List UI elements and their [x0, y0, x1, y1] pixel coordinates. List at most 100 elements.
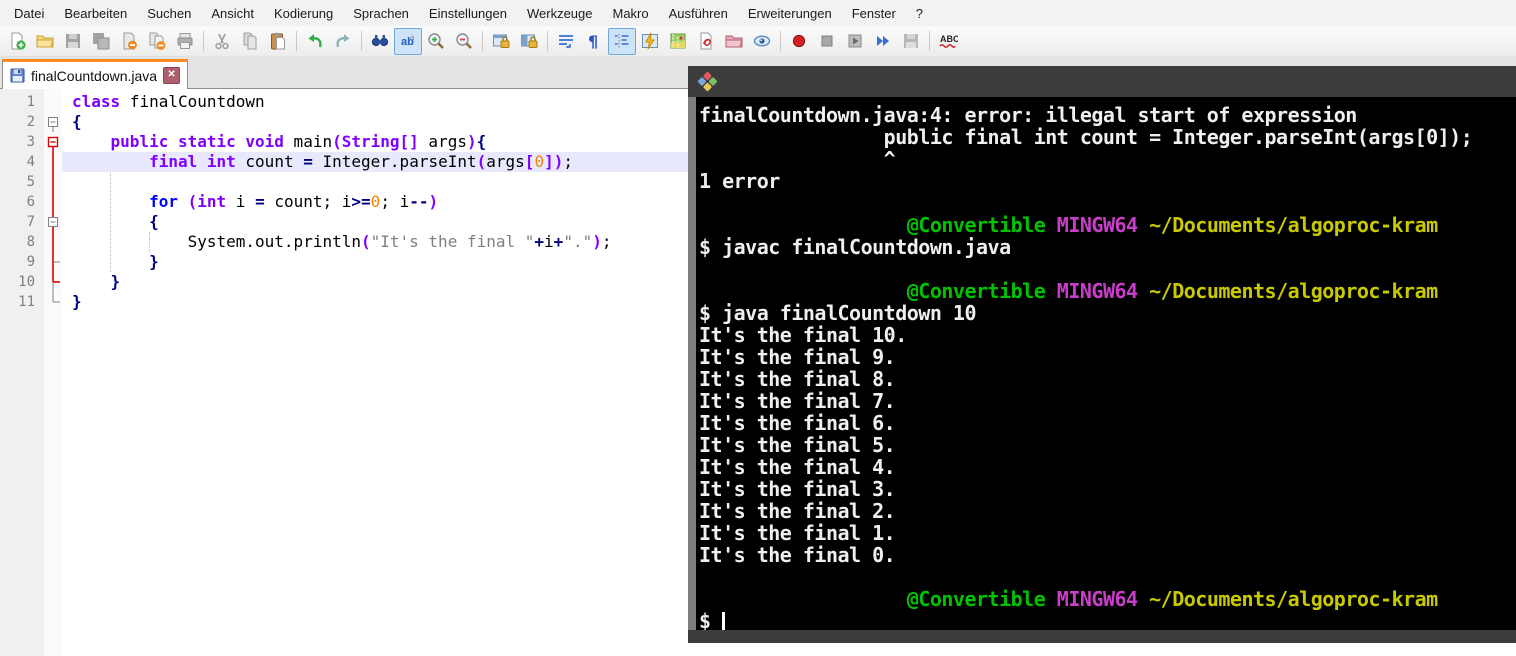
terminal-row	[699, 258, 1516, 280]
menu-item-bearbeiten[interactable]: Bearbeiten	[54, 2, 137, 25]
fold-guide	[44, 272, 62, 292]
fold-guide	[44, 292, 62, 312]
zoom-in-button[interactable]	[422, 28, 450, 55]
zoom-in-icon	[428, 33, 444, 49]
menu-item-werkzeuge[interactable]: Werkzeuge	[517, 2, 603, 25]
macro-save-button[interactable]	[897, 28, 925, 55]
fold-collapse-icon[interactable]	[44, 212, 62, 232]
function-completion-icon	[642, 32, 658, 50]
terminal-title-bar[interactable]	[688, 66, 1516, 97]
fold-margin[interactable]	[44, 88, 62, 656]
macro-play-icon	[848, 34, 862, 48]
save-all-button[interactable]	[87, 28, 115, 55]
fold-collapse-icon[interactable]	[44, 112, 62, 132]
menu-item-suchen[interactable]: Suchen	[137, 2, 201, 25]
menu-item-ansicht[interactable]: Ansicht	[201, 2, 264, 25]
document-map-icon	[670, 33, 686, 49]
line-number: 11	[18, 294, 35, 310]
line-number: 2	[26, 114, 35, 130]
menu-item-kodierung[interactable]: Kodierung	[264, 2, 343, 25]
open-file-button[interactable]	[31, 28, 59, 55]
undo-icon	[308, 34, 322, 48]
toolbar-separator	[203, 31, 204, 51]
menu-item-erweiterungen[interactable]: Erweiterungen	[738, 2, 842, 25]
terminal-window[interactable]: finalCountdown.java:4: error: illegal st…	[688, 66, 1516, 643]
sync-horizontal-icon	[521, 34, 538, 48]
line-number: 4	[26, 154, 35, 170]
find-button[interactable]	[366, 28, 394, 55]
svg-text:ABC: ABC	[940, 34, 958, 44]
terminal-row: It's the final 0.	[699, 543, 896, 567]
fold-guide	[44, 232, 62, 252]
save-all-icon	[93, 33, 110, 50]
show-indent-guide-button[interactable]	[608, 27, 636, 55]
terminal-row: $	[699, 610, 1516, 630]
line-number: 7	[26, 214, 35, 230]
tab-finalcountdown[interactable]: finalCountdown.java ✕	[2, 59, 189, 89]
word-wrap-button[interactable]	[552, 28, 580, 55]
zoom-out-button[interactable]	[450, 28, 478, 55]
undo-button[interactable]	[301, 28, 329, 55]
close-file-button[interactable]	[115, 28, 143, 55]
menu-item-datei[interactable]: Datei	[4, 2, 54, 25]
show-all-characters-icon: ¶	[588, 32, 598, 51]
function-completion-button[interactable]	[636, 28, 664, 55]
menu-item-ausfhren[interactable]: Ausführen	[659, 2, 738, 25]
cut-button[interactable]	[208, 28, 236, 55]
terminal-scrollbar[interactable]	[688, 97, 696, 630]
spell-check-button[interactable]: ABC	[934, 28, 962, 55]
toolbar-separator	[296, 31, 297, 51]
menu-item-fenster[interactable]: Fenster	[842, 2, 906, 25]
macro-run-multiple-button[interactable]	[869, 28, 897, 55]
macro-stop-button[interactable]	[813, 28, 841, 55]
macro-play-button[interactable]	[841, 28, 869, 55]
terminal-output[interactable]: finalCountdown.java:4: error: illegal st…	[696, 97, 1516, 630]
tab-close-icon[interactable]: ✕	[163, 67, 181, 84]
copy-icon	[243, 32, 257, 50]
toolbar-separator	[482, 31, 483, 51]
close-all-button[interactable]	[143, 28, 171, 55]
line-number-gutter: 1 2 3 4 5 6 7 8 9 10 11	[0, 88, 44, 656]
find-icon	[371, 35, 389, 47]
show-all-characters-button[interactable]: ¶	[580, 28, 608, 55]
tab-title: finalCountdown.java	[31, 67, 158, 84]
menu-item-makro[interactable]: Makro	[603, 2, 659, 25]
print-button[interactable]	[171, 28, 199, 55]
redo-button[interactable]	[329, 28, 357, 55]
word-wrap-icon	[559, 35, 573, 49]
sync-horizontal-button[interactable]	[515, 28, 543, 55]
fold-collapse-icon[interactable]	[44, 132, 62, 152]
document-map-button[interactable]	[664, 28, 692, 55]
sync-vertical-icon	[493, 34, 510, 48]
line-number: 8	[26, 234, 35, 250]
sync-vertical-button[interactable]	[487, 28, 515, 55]
paste-button[interactable]	[264, 28, 292, 55]
terminal-row: ^	[699, 147, 896, 171]
menu-item-einstellungen[interactable]: Einstellungen	[419, 2, 517, 25]
folder-as-workspace-icon	[725, 35, 743, 48]
toolbar-separator	[780, 31, 781, 51]
terminal-row: It's the final 8.	[699, 367, 896, 391]
folder-as-workspace-button[interactable]	[720, 28, 748, 55]
macro-record-button[interactable]	[785, 28, 813, 55]
fold-guide	[44, 192, 62, 212]
new-file-button[interactable]	[3, 28, 31, 55]
terminal-row: 1 error	[699, 169, 780, 193]
terminal-row: It's the final 2.	[699, 499, 896, 523]
terminal-row: It's the final 3.	[699, 477, 896, 501]
replace-button[interactable]: ab a	[394, 27, 422, 55]
mintty-app-icon	[697, 71, 718, 92]
terminal-row: $ javac finalCountdown.java	[699, 235, 1011, 259]
terminal-row: It's the final 4.	[699, 455, 896, 479]
function-list-button[interactable]	[692, 28, 720, 55]
terminal-row: @Convertible MINGW64 ~/Documents/algopro…	[906, 279, 1438, 303]
save-button[interactable]	[59, 28, 87, 55]
fold-guide	[44, 172, 62, 192]
menu-item-?[interactable]: ?	[906, 2, 933, 25]
zoom-out-icon	[456, 33, 472, 49]
saved-file-icon	[10, 68, 25, 83]
line-number: 9	[26, 254, 35, 270]
document-monitor-button[interactable]	[748, 28, 776, 55]
menu-item-sprachen[interactable]: Sprachen	[343, 2, 419, 25]
copy-button[interactable]	[236, 28, 264, 55]
